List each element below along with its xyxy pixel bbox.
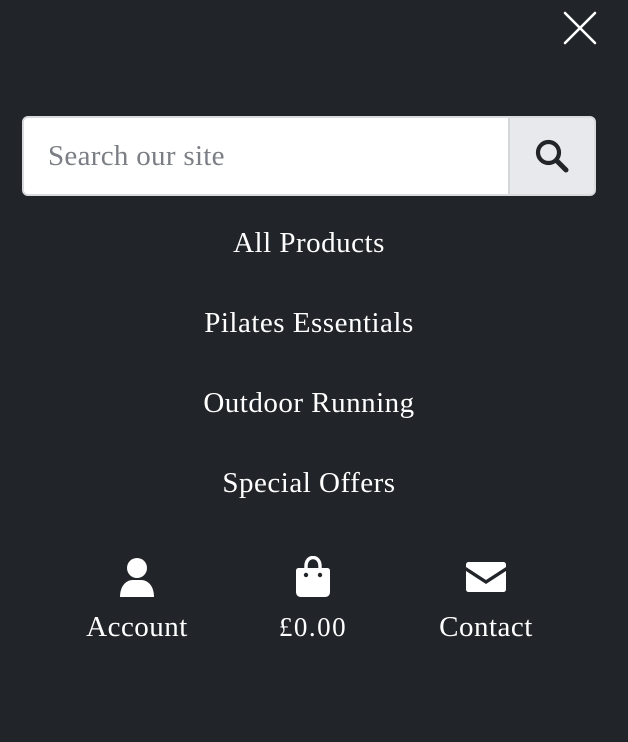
search-input[interactable] <box>24 118 508 194</box>
cart-link[interactable]: £0.00 <box>233 556 393 646</box>
account-label: Account <box>86 611 188 643</box>
close-menu-button[interactable] <box>562 10 598 46</box>
contact-label: Contact <box>439 611 533 643</box>
nav-link[interactable]: Pilates Essentials <box>204 307 414 339</box>
account-link[interactable]: Account <box>57 556 217 646</box>
main-nav: All Products Pilates Essentials Outdoor … <box>0 222 618 542</box>
search-icon <box>535 139 569 173</box>
search-form <box>22 116 596 196</box>
search-button[interactable] <box>508 118 594 194</box>
nav-item-pilates-essentials: Pilates Essentials <box>0 302 618 382</box>
nav-item-special-offers: Special Offers <box>0 462 618 542</box>
user-icon <box>57 556 217 598</box>
contact-link[interactable]: Contact <box>406 556 566 646</box>
nav-link[interactable]: Special Offers <box>222 467 395 499</box>
nav-item-outdoor-running: Outdoor Running <box>0 382 618 462</box>
nav-item-all-products: All Products <box>0 222 618 302</box>
close-icon <box>563 11 597 45</box>
nav-link[interactable]: All Products <box>233 227 385 259</box>
shopping-bag-icon <box>233 556 393 598</box>
nav-link[interactable]: Outdoor Running <box>203 387 414 419</box>
envelope-icon <box>406 556 566 598</box>
cart-total: £0.00 <box>278 612 348 642</box>
